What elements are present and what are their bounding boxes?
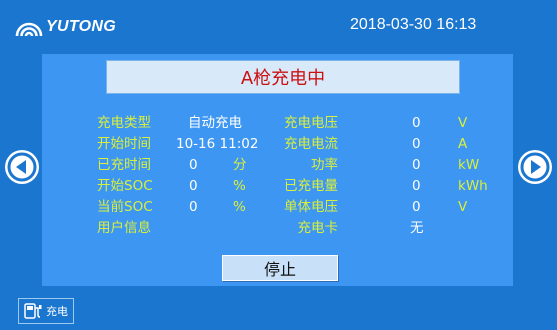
datetime: 2018-03-30 16:13: [350, 16, 477, 33]
label-charged-energy: 已充电量: [284, 178, 338, 194]
value-charge-voltage: 0: [412, 115, 421, 131]
label-charge-type: 充电类型: [97, 115, 151, 131]
unit-charge-current: A: [458, 136, 468, 152]
arrow-right-icon: [520, 152, 550, 182]
value-start-soc: 0: [189, 178, 198, 194]
unit-cell-voltage: V: [458, 199, 468, 215]
logo-text: YUTONG: [46, 18, 116, 35]
unit-start-soc: %: [233, 178, 246, 194]
value-charge-card: 无: [410, 220, 424, 236]
charging-status-banner: A枪充电中: [106, 60, 460, 94]
label-charged-time: 已充时间: [97, 157, 151, 173]
charge-tab-label: 充电: [46, 305, 68, 318]
unit-current-soc: %: [233, 199, 246, 215]
unit-charged-energy: kWh: [458, 178, 488, 194]
label-charge-current: 充电电流: [284, 136, 338, 152]
value-charge-type: 自动充电: [188, 115, 242, 131]
label-cell-voltage: 单体电压: [284, 199, 338, 215]
arrow-left-icon: [7, 152, 37, 182]
yutong-logo: YUTONG: [14, 14, 116, 40]
label-charge-card: 充电卡: [297, 220, 339, 236]
logo-arcs-icon: [15, 22, 43, 37]
value-charged-energy: 0: [412, 178, 421, 194]
unit-charged-time: 分: [233, 157, 247, 173]
charging-info-panel: A枪充电中 充电类型 自动充电 开始时间 10-16 11:02 已充时间 0 …: [42, 54, 513, 286]
value-power: 0: [412, 157, 421, 173]
charger-icon: [24, 303, 42, 319]
value-charged-time: 0: [189, 157, 198, 173]
value-current-soc: 0: [189, 199, 198, 215]
value-charge-current: 0: [412, 136, 421, 152]
value-cell-voltage: 0: [412, 199, 421, 215]
label-user-info: 用户信息: [97, 220, 151, 236]
label-start-time: 开始时间: [97, 136, 151, 152]
label-current-soc: 当前SOC: [97, 199, 153, 215]
value-start-time: 10-16 11:02: [176, 136, 259, 152]
unit-power: kW: [458, 157, 480, 173]
stop-button[interactable]: 停止: [222, 255, 338, 281]
next-page-button[interactable]: [518, 150, 552, 184]
unit-charge-voltage: V: [458, 115, 468, 131]
label-start-soc: 开始SOC: [97, 178, 153, 194]
charge-tab-button[interactable]: 充电: [18, 298, 74, 324]
label-charge-voltage: 充电电压: [284, 115, 338, 131]
label-power: 功率: [311, 157, 338, 173]
prev-page-button[interactable]: [5, 150, 39, 184]
